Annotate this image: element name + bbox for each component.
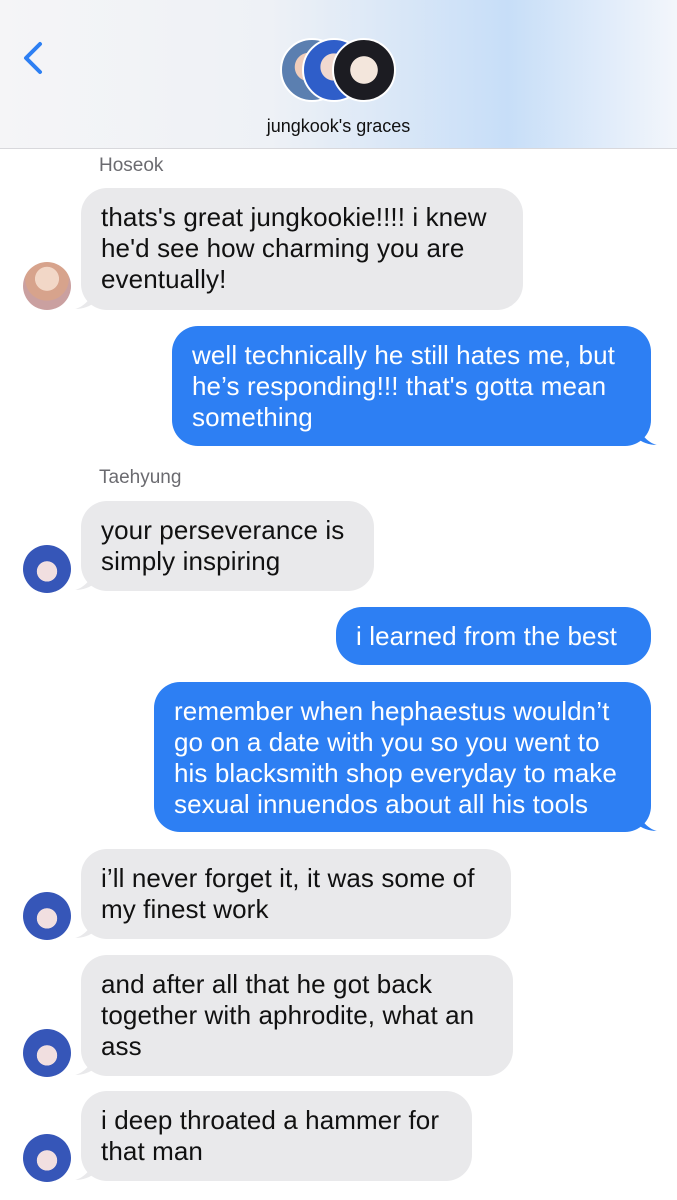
chat-header: jungkook's graces	[0, 0, 677, 149]
chevron-left-icon	[24, 42, 42, 74]
avatar-taehyung[interactable]	[23, 892, 71, 940]
incoming-message[interactable]: and after all that he got back together …	[81, 955, 513, 1076]
avatar-taehyung[interactable]	[23, 545, 71, 593]
bubble-tail	[75, 1054, 95, 1075]
incoming-message[interactable]: your perseverance is simply inspiring	[81, 501, 374, 591]
sender-name: Hoseok	[99, 155, 164, 176]
bubble-tail	[75, 288, 95, 309]
incoming-message[interactable]: i’ll never forget it, it was some of my …	[81, 849, 511, 939]
avatar-taehyung[interactable]	[23, 1029, 71, 1077]
avatar-taehyung[interactable]	[23, 1134, 71, 1182]
group-title[interactable]: jungkook's graces	[0, 116, 677, 137]
avatar-hoseok[interactable]	[23, 262, 71, 310]
back-button[interactable]	[18, 38, 50, 78]
sender-name: Taehyung	[99, 467, 182, 488]
bubble-tail	[75, 917, 95, 938]
incoming-message[interactable]: i deep throated a hammer for that man	[81, 1091, 472, 1181]
outgoing-message[interactable]: i learned from the best	[336, 607, 651, 665]
outgoing-message[interactable]: remember when hephaestus wouldn’t go on …	[154, 682, 651, 832]
outgoing-message[interactable]: well technically he still hates me, but …	[172, 326, 651, 446]
bubble-tail	[637, 424, 657, 445]
bubble-tail	[637, 810, 657, 831]
bubble-tail	[75, 1159, 95, 1180]
member-avatar	[332, 38, 396, 102]
group-avatars[interactable]	[280, 38, 400, 106]
bubble-tail	[75, 569, 95, 590]
incoming-message[interactable]: thats's great jungkookie!!!! i knew he'd…	[81, 188, 523, 310]
